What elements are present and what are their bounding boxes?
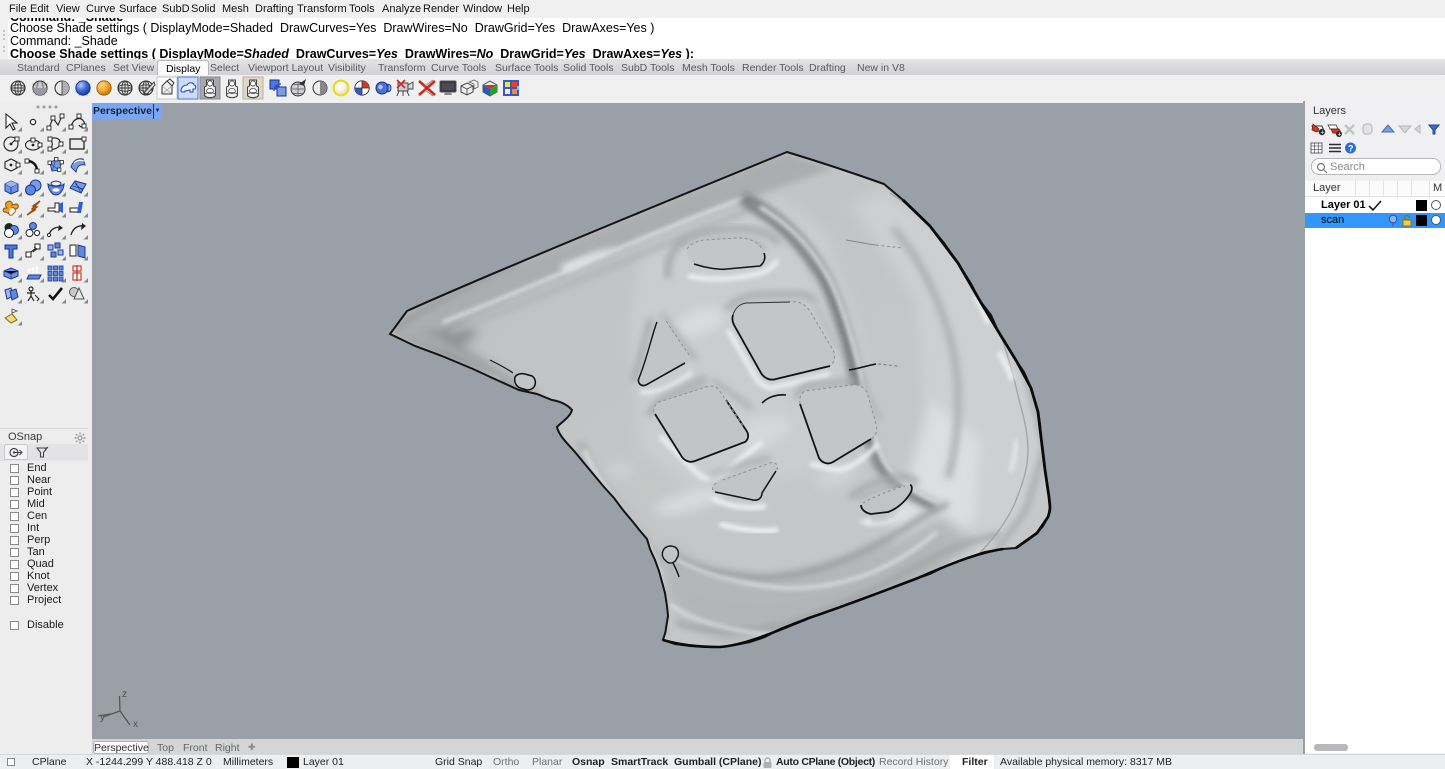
svg-text:y: y [100,712,105,723]
svg-text:z: z [122,689,127,700]
svg-text:?: ? [1348,144,1354,154]
svg-text:+: + [1338,132,1342,139]
svg-text:x: x [133,719,138,730]
svg-text:+: + [1321,130,1325,137]
